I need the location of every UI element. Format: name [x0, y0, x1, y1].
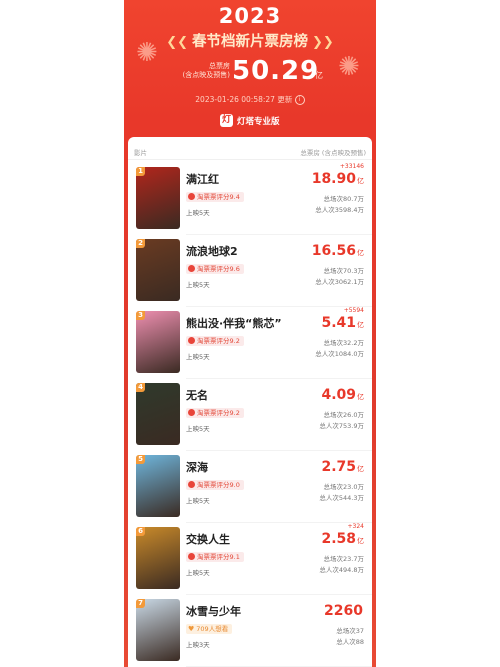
total-sessions: 总场次26.0万 [323, 411, 364, 419]
year-heading: 2023 [218, 4, 282, 28]
total-admissions: 总人次3598.4万 [315, 206, 364, 214]
rank-badge: 2 [136, 239, 145, 248]
ranking-card: 影片 总票房 (含点映及预售) 1 满江红 淘票票评分9.4 上映5天 +331… [128, 137, 372, 667]
rating-badge: 淘票票评分9.2 [186, 336, 244, 346]
film-box-office: 2.58亿 [321, 531, 364, 547]
taopiaopiao-icon [188, 408, 195, 416]
film-box-office: 2260 [324, 603, 363, 619]
film-poster-image[interactable]: 5 [136, 455, 180, 517]
total-admissions: 总人次88 [336, 638, 364, 646]
film-name[interactable]: 冰雪与少年 [186, 603, 241, 619]
rating-badge: 淘票票评分9.4 [186, 192, 244, 202]
film-box-office: 16.56亿 [311, 243, 364, 259]
rank-badge: 5 [136, 455, 145, 464]
days-released: 上映5天 [186, 569, 210, 577]
film-row[interactable]: 3 熊出没·伴我“熊芯” 淘票票评分9.2 上映5天 +5594 5.41亿 总… [128, 307, 372, 379]
taopiaopiao-icon [188, 336, 195, 344]
film-box-office: 4.09亿 [321, 387, 364, 403]
film-poster-image[interactable]: 6 [136, 527, 180, 589]
total-sessions: 总场次70.3万 [323, 267, 364, 275]
film-name[interactable]: 流浪地球2 [186, 243, 238, 259]
film-name[interactable]: 满江红 [186, 171, 219, 187]
days-released: 上映5天 [186, 497, 210, 505]
days-released: 上映5天 [186, 425, 210, 433]
taopiaopiao-icon [188, 480, 195, 488]
film-row[interactable]: 2 流浪地球2 淘票票评分9.6 上映5天 16.56亿 总场次70.3万 总人… [128, 235, 372, 307]
total-sessions: 总场次23.7万 [323, 555, 364, 563]
table-header: 影片 总票房 (含点映及预售) [128, 137, 372, 160]
total-admissions: 总人次544.3万 [319, 494, 364, 502]
film-row[interactable]: 1 满江红 淘票票评分9.4 上映5天 +33146 18.90亿 总场次80.… [128, 163, 372, 235]
total-admissions: 总人次1084.0万 [315, 350, 364, 358]
film-name[interactable]: 无名 [186, 387, 208, 403]
taopiaopiao-icon [188, 264, 195, 272]
brand-logo: 灯 灯塔专业版 [220, 114, 280, 127]
column-film: 影片 [134, 149, 147, 157]
total-sessions: 总场次37 [336, 627, 364, 635]
film-name[interactable]: 熊出没·伴我“熊芯” [186, 315, 282, 331]
film-row[interactable]: 7 冰雪与少年 ♥ 709人想看 上映3天 2260 总场次37 总人次88 [128, 595, 372, 667]
total-sessions: 总场次32.2万 [323, 339, 364, 347]
rating-badge: 淘票票评分9.2 [186, 408, 244, 418]
box-office-delta: +33146 [339, 163, 364, 170]
taopiaopiao-icon [188, 552, 195, 560]
total-sessions: 总场次80.7万 [323, 195, 364, 203]
rating-badge: 淘票票评分9.0 [186, 480, 244, 490]
total-admissions: 总人次494.8万 [319, 566, 364, 574]
film-row[interactable]: 6 交换人生 淘票票评分9.1 上映5天 +324 2.58亿 总场次23.7万… [128, 523, 372, 595]
days-released: 上映3天 [186, 641, 210, 649]
film-poster-image[interactable]: 1 [136, 167, 180, 229]
rank-badge: 6 [136, 527, 145, 536]
film-box-office: 18.90亿 [311, 171, 364, 187]
laurel-left-icon: ❮❮ [166, 35, 188, 50]
total-admissions: 总人次3062.1万 [315, 278, 364, 286]
total-box-office: 总票房 (含点映及预售) 50.29 亿 [124, 56, 376, 88]
update-time: 2023-01-26 00:58:27 更新 i [124, 94, 376, 105]
column-box-office: 总票房 (含点映及预售) [300, 149, 366, 157]
total-unit: 亿 [315, 71, 323, 80]
rank-badge: 1 [136, 167, 145, 176]
taopiaopiao-icon [188, 192, 195, 200]
film-poster-image[interactable]: 2 [136, 239, 180, 301]
days-released: 上映5天 [186, 209, 210, 217]
days-released: 上映5天 [186, 281, 210, 289]
box-office-delta: +324 [347, 523, 364, 530]
film-name[interactable]: 交换人生 [186, 531, 230, 547]
film-poster-image[interactable]: 3 [136, 311, 180, 373]
rank-badge: 4 [136, 383, 145, 392]
want-to-see-badge: ♥ 709人想看 [186, 624, 233, 634]
film-box-office: 2.75亿 [321, 459, 364, 475]
total-admissions: 总人次753.9万 [319, 422, 364, 430]
box-office-delta: +5594 [343, 307, 364, 314]
film-row[interactable]: 5 深海 淘票票评分9.0 上映5天 2.75亿 总场次23.0万 总人次544… [128, 451, 372, 523]
lighthouse-icon: 灯 [220, 114, 233, 127]
rating-badge: 淘票票评分9.1 [186, 552, 244, 562]
total-sessions: 总场次23.0万 [323, 483, 364, 491]
days-released: 上映5天 [186, 353, 210, 361]
rank-badge: 3 [136, 311, 145, 320]
film-poster-image[interactable]: 4 [136, 383, 180, 445]
info-icon[interactable]: i [294, 95, 305, 105]
heart-icon: ♥ [188, 625, 195, 633]
film-row[interactable]: 4 无名 淘票票评分9.2 上映5天 4.09亿 总场次26.0万 总人次753… [128, 379, 372, 451]
film-poster-image[interactable]: 7 [136, 599, 180, 661]
laurel-right-icon: ❯❯ [312, 35, 334, 50]
total-label: 总票房 (含点映及预售) [182, 62, 230, 79]
rating-badge: 淘票票评分9.6 [186, 264, 244, 274]
rank-badge: 7 [136, 599, 145, 608]
chart-title: ❮❮ 春节档新片票房榜 ❯❯ [166, 34, 334, 50]
film-box-office: 5.41亿 [321, 315, 364, 331]
box-office-poster: ✺ ✺ 2023 ❮❮ 春节档新片票房榜 ❯❯ 总票房 (含点映及预售) 50.29… [124, 0, 376, 667]
film-name[interactable]: 深海 [186, 459, 208, 475]
total-value: 50.29 [232, 56, 320, 86]
